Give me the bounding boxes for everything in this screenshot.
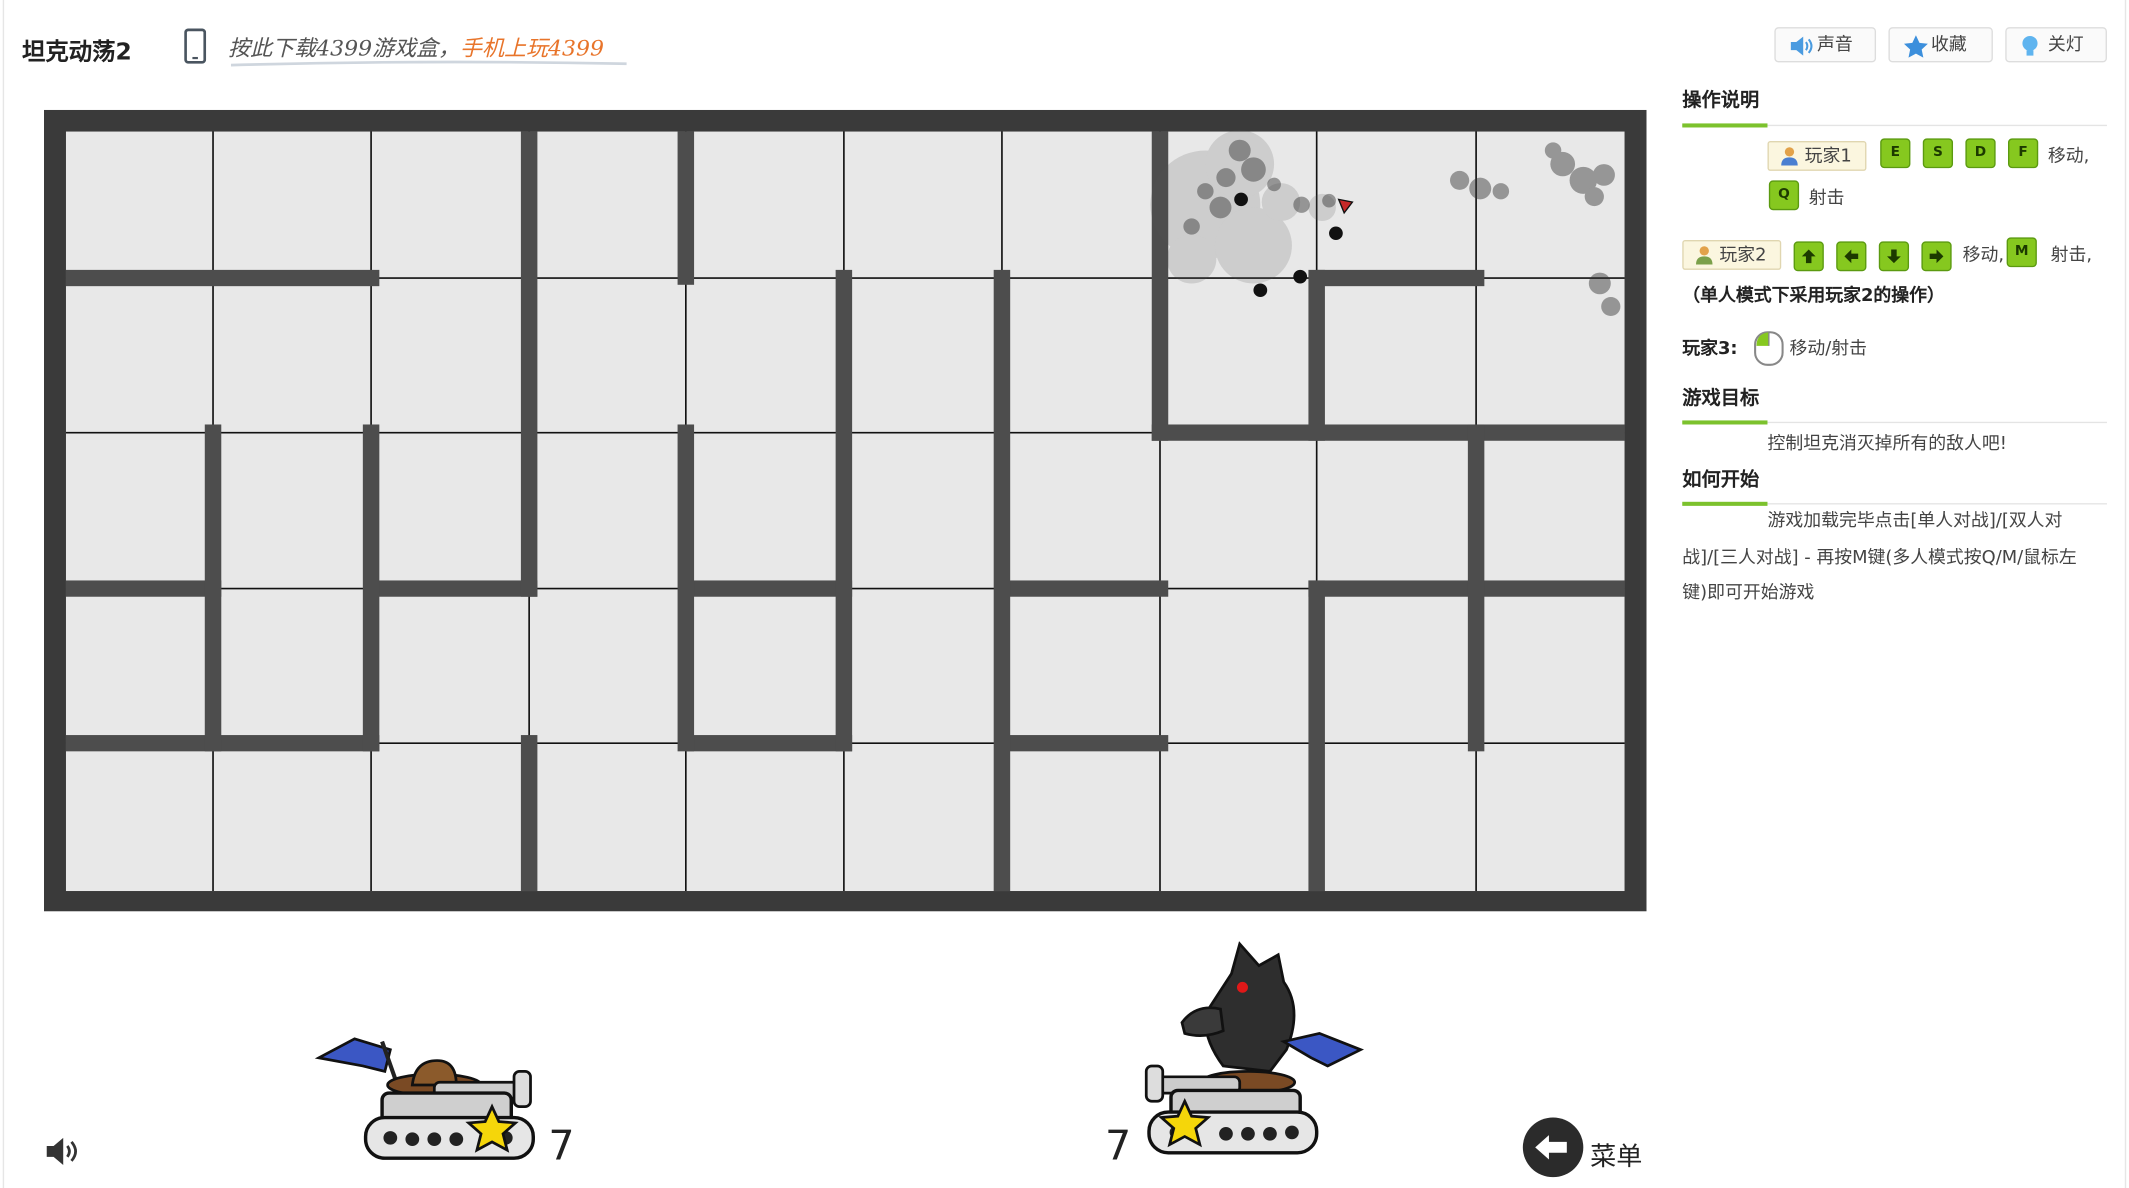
right-border bbox=[2124, 0, 2127, 1188]
controls-title: 操作说明 bbox=[1682, 89, 1760, 112]
player1-label: 玩家1 bbox=[1804, 146, 1852, 167]
promo-text: 按此下载4399游戏盒， bbox=[228, 35, 461, 62]
down-arrow-icon bbox=[1887, 249, 1901, 264]
player-tank-avatar bbox=[314, 1037, 535, 1160]
menu-label[interactable]: 菜单 bbox=[1590, 1136, 1642, 1173]
bullet bbox=[1234, 192, 1248, 207]
key-d: D bbox=[1965, 138, 1996, 169]
right-arrow-icon bbox=[1929, 249, 1944, 264]
volume-icon[interactable] bbox=[44, 1134, 82, 1169]
star-icon bbox=[1903, 35, 1928, 58]
promo-highlight: 手机上玩4399 bbox=[460, 35, 605, 62]
favorite-button[interactable]: 收藏 bbox=[1888, 27, 1993, 63]
key-e: E bbox=[1880, 138, 1911, 169]
enemy-tank-avatar bbox=[1144, 941, 1365, 1155]
player-score: 7 bbox=[548, 1122, 575, 1171]
left-arrow-key bbox=[1836, 241, 1867, 272]
game-board[interactable] bbox=[43, 109, 1647, 912]
goal-text: 控制坦克消灭掉所有的敌人吧! bbox=[1767, 433, 2007, 455]
player1-tag: 玩家1 bbox=[1767, 141, 1867, 171]
favorite-button-label: 收藏 bbox=[1931, 35, 1967, 56]
flag-icon bbox=[314, 1037, 392, 1074]
single-mode-note: （单人模式下采用玩家2的操作） bbox=[1682, 286, 1945, 307]
player1-icon bbox=[1781, 147, 1798, 166]
menu-back-button[interactable] bbox=[1521, 1116, 1584, 1178]
speaker-icon bbox=[1790, 36, 1813, 56]
player2-tag: 玩家2 bbox=[1682, 240, 1782, 270]
bullet bbox=[1329, 226, 1343, 241]
sound-button[interactable]: 声音 bbox=[1774, 27, 1877, 63]
bullet bbox=[1293, 269, 1308, 284]
bullet bbox=[1253, 283, 1268, 298]
player3-text: 移动/射击 bbox=[1789, 339, 1867, 360]
player2-move-text: 移动, bbox=[1962, 245, 2005, 266]
game-page: 坦克动荡2 按此下载4399游戏盒，手机上玩4399 声音 收藏 关灯 操作说明… bbox=[0, 0, 2129, 1188]
section-divider bbox=[1682, 123, 2107, 128]
game-title: 坦克动荡2 bbox=[21, 39, 132, 67]
sound-button-label: 声音 bbox=[1816, 35, 1853, 56]
key-m: M bbox=[2006, 237, 2037, 268]
key-s: S bbox=[1922, 138, 1954, 169]
down-arrow-key bbox=[1878, 241, 1910, 272]
mouse-icon bbox=[1754, 331, 1784, 366]
player3-label: 玩家3: bbox=[1682, 339, 1738, 360]
left-arrow-icon bbox=[1844, 249, 1859, 264]
section-divider bbox=[1682, 420, 2107, 425]
lightbulb-icon bbox=[2022, 35, 2038, 56]
player2-label: 玩家2 bbox=[1719, 245, 1767, 266]
player2-icon bbox=[1696, 246, 1713, 265]
right-arrow-key bbox=[1921, 241, 1952, 272]
player2-shoot-text: 射击, bbox=[2050, 245, 2093, 266]
lights-off-button[interactable]: 关灯 bbox=[2005, 27, 2107, 63]
promo-underline bbox=[230, 60, 627, 67]
download-promo-link[interactable]: 按此下载4399游戏盒，手机上玩4399 bbox=[228, 30, 604, 63]
goal-title: 游戏目标 bbox=[1682, 387, 1760, 410]
flag-icon bbox=[1280, 1032, 1365, 1068]
up-arrow-key bbox=[1793, 241, 1824, 272]
player1-move-text: 移动, bbox=[2047, 146, 2090, 167]
start-title: 如何开始 bbox=[1682, 469, 1760, 491]
lights-off-button-label: 关灯 bbox=[2047, 35, 2084, 56]
up-arrow-icon bbox=[1801, 249, 1816, 264]
phone-icon bbox=[184, 28, 207, 64]
start-text: 游戏加载完毕点击[单人对战]/[双人对战]/[三人对战] - 再按M键(多人模式… bbox=[1682, 511, 2077, 604]
enemy-score: 7 bbox=[1105, 1122, 1132, 1171]
player1-shoot-text: 射击 bbox=[1808, 188, 1845, 209]
left-border bbox=[2, 0, 5, 1188]
key-q: Q bbox=[1768, 180, 1800, 211]
key-f: F bbox=[2007, 138, 2039, 169]
